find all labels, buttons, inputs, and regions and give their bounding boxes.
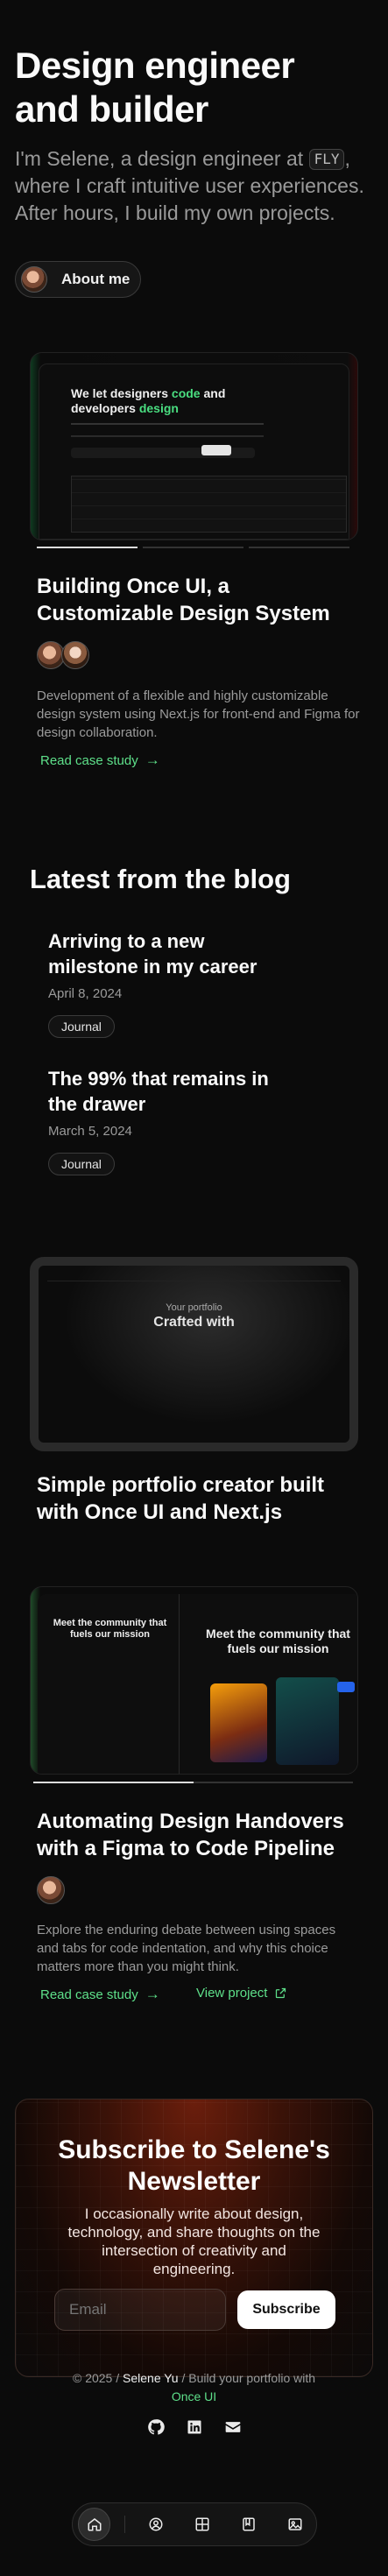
screenshot-button	[201, 445, 231, 455]
project-title[interactable]: Automating Design Handovers with a Figma…	[37, 1808, 361, 1862]
project-title[interactable]: Building Once UI, a Customizable Design …	[37, 573, 352, 627]
link-label: Read case study	[40, 1987, 138, 2002]
project-title[interactable]: Simple portfolio creator built with Once…	[37, 1471, 352, 1526]
gallery-icon	[288, 2518, 301, 2530]
project-screenshot-figma-pipeline[interactable]: Meet the community that fuels our missio…	[30, 1586, 358, 1775]
hero-title: Design engineer and builder	[15, 45, 295, 130]
link-label: Read case study	[40, 752, 138, 768]
blog-post[interactable]: Arriving to a new milestone in my career…	[48, 928, 293, 1038]
footer-name: Selene Yu	[123, 2371, 179, 2385]
nav-home[interactable]	[78, 2508, 111, 2541]
footer-text: © 2025 / Selene Yu / Build your portfoli…	[72, 2371, 316, 2403]
once-ui-link[interactable]: Once UI	[172, 2389, 216, 2403]
carousel-indicator[interactable]	[37, 547, 349, 549]
link-label: View project	[196, 1986, 268, 2001]
about-me-button[interactable]: About me	[15, 261, 141, 298]
project-description: Explore the enduring debate between usin…	[37, 1923, 336, 1974]
external-link-icon	[276, 1987, 286, 1999]
screenshot-subtext	[71, 423, 264, 437]
project-screenshot-portfolio[interactable]: Your portfolio Crafted with	[30, 1257, 358, 1451]
post-title[interactable]: The 99% that remains in the drawer	[48, 1066, 293, 1117]
avatar	[61, 641, 89, 669]
project-description: Development of a flexible and highly cus…	[37, 688, 360, 740]
company-tag[interactable]: FLY	[308, 149, 345, 170]
screenshot-card	[210, 1683, 267, 1762]
hero-intro: I'm Selene, a design engineer at FLY, wh…	[15, 145, 374, 227]
arrow-right-icon: →	[145, 752, 160, 768]
screenshot-card	[276, 1677, 339, 1765]
nav-about[interactable]	[139, 2508, 172, 2541]
screenshot-big-text: Crafted with	[153, 1315, 235, 1330]
newsletter-title: Subscribe to Selene's Newsletter	[58, 2135, 330, 2196]
home-icon	[88, 2518, 102, 2531]
nav-blog[interactable]	[232, 2508, 265, 2541]
email-icon[interactable]	[223, 2417, 243, 2437]
team-avatars	[37, 1876, 65, 1904]
avatar	[21, 266, 47, 293]
arrow-right-icon: →	[145, 1986, 160, 2002]
nav-gallery[interactable]	[279, 2508, 311, 2541]
post-tag[interactable]: Journal	[48, 1153, 115, 1175]
social-links	[0, 2417, 388, 2437]
post-date: April 8, 2024	[48, 986, 123, 1001]
book-icon	[242, 2517, 255, 2531]
read-case-study-link[interactable]: Read case study →	[40, 1986, 160, 2003]
blog-heading: Latest from the blog	[30, 864, 291, 894]
carousel-indicator[interactable]	[33, 1782, 353, 1783]
screenshot-small-text: Your portfolio	[166, 1302, 222, 1313]
email-input[interactable]	[54, 2289, 226, 2331]
newsletter-subtitle: I occasionally write about design, techn…	[67, 2205, 321, 2277]
screenshot-left-headline: Meet the community that fuels our missio…	[53, 1618, 167, 1640]
grid-icon	[195, 2517, 209, 2531]
screenshot-right-headline: Meet the community that fuels our missio…	[206, 1627, 350, 1655]
view-project-link[interactable]: View project	[196, 1986, 287, 2001]
about-me-label: About me	[61, 271, 131, 287]
read-case-study-link[interactable]: Read case study →	[40, 752, 160, 769]
person-icon	[149, 2517, 163, 2531]
post-date: March 5, 2024	[48, 1124, 132, 1139]
linkedin-icon[interactable]	[185, 2417, 204, 2437]
avatar	[37, 1876, 65, 1904]
intro-prefix: I'm Selene, a design engineer at	[15, 147, 309, 170]
post-tag[interactable]: Journal	[48, 1015, 115, 1038]
nav-work[interactable]	[186, 2508, 218, 2541]
screenshot-table	[71, 476, 347, 533]
project-screenshot-once-ui[interactable]: We let designers code and developers des…	[30, 352, 358, 540]
github-icon[interactable]	[146, 2417, 166, 2437]
subscribe-button[interactable]: Subscribe	[237, 2290, 335, 2329]
screenshot-nav	[47, 1273, 341, 1281]
dock-divider	[124, 2516, 126, 2533]
screenshot-button	[337, 1682, 355, 1692]
team-avatars	[37, 641, 89, 669]
screenshot-headline: We let designers code and developers des…	[71, 386, 226, 415]
bottom-nav-dock	[72, 2502, 317, 2546]
blog-post[interactable]: The 99% that remains in the drawer March…	[48, 1066, 293, 1175]
post-title[interactable]: Arriving to a new milestone in my career	[48, 928, 293, 979]
newsletter-panel: Subscribe to Selene's Newsletter I occas…	[15, 2099, 373, 2377]
